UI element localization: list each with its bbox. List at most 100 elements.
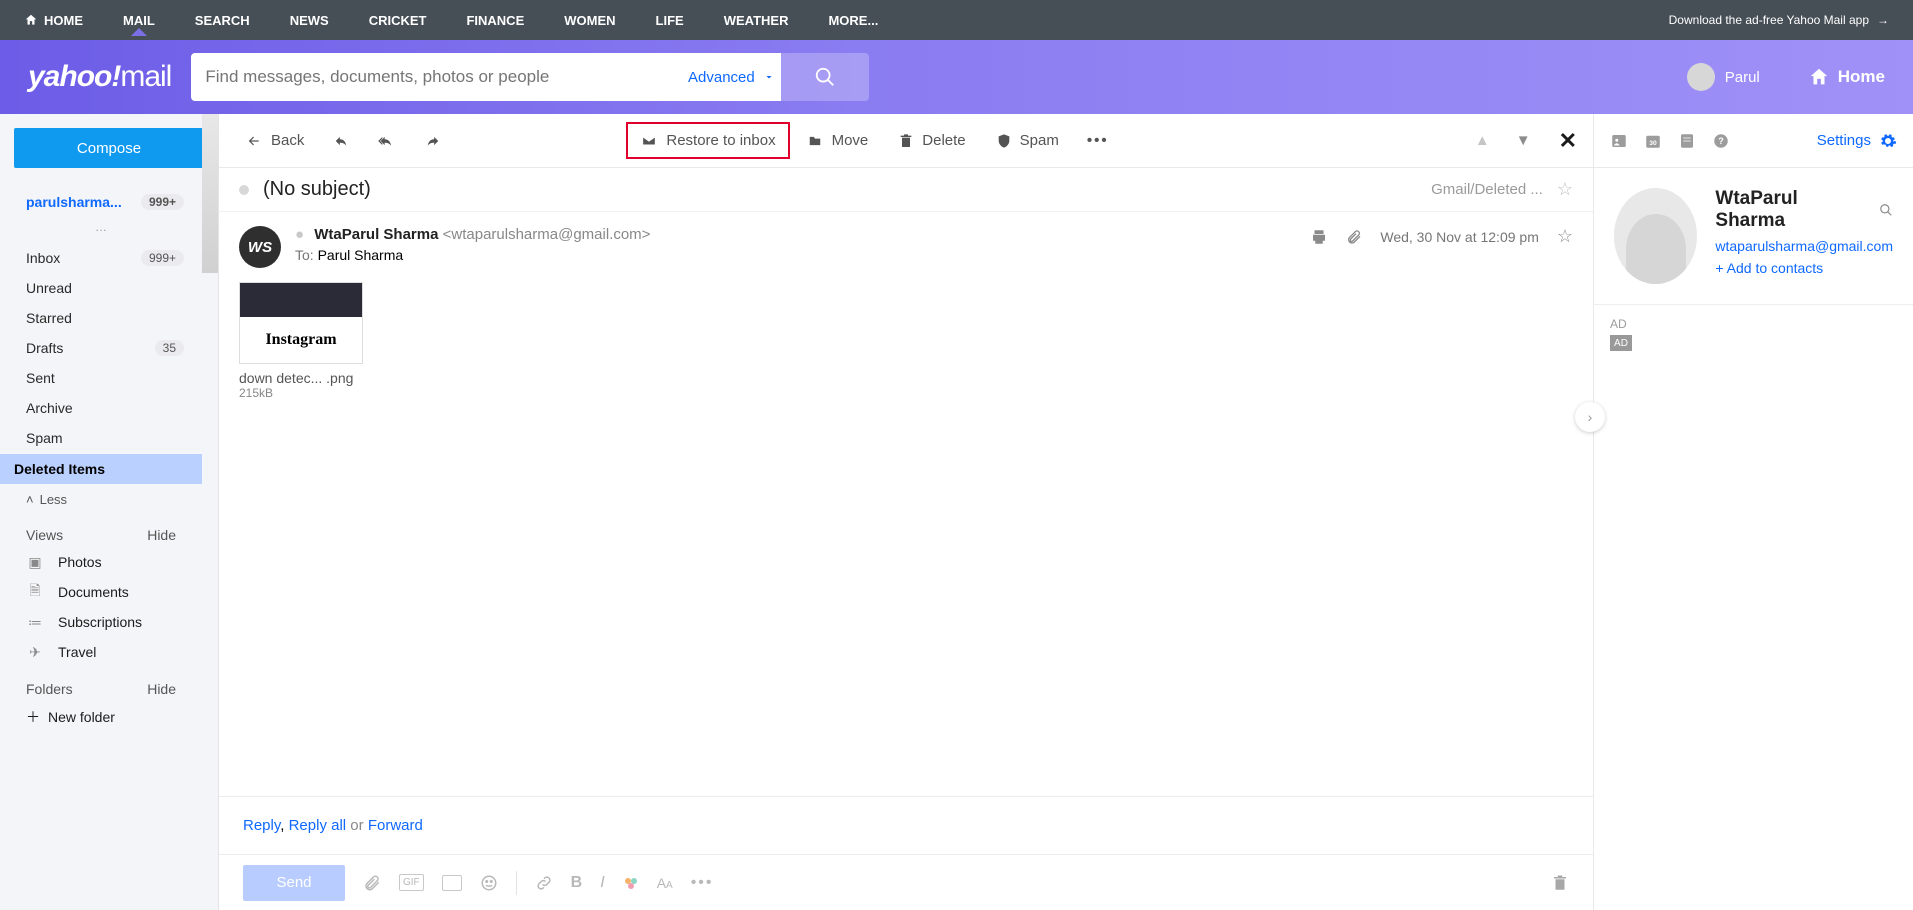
nav-life[interactable]: LIFE xyxy=(656,13,684,28)
star-toggle-msg[interactable]: ☆ xyxy=(1557,226,1573,247)
nav-women[interactable]: WOMEN xyxy=(564,13,615,28)
discard-icon[interactable] xyxy=(1551,874,1569,892)
account-more[interactable]: … xyxy=(14,218,188,244)
italic-icon[interactable]: I xyxy=(600,874,604,892)
svg-text:30: 30 xyxy=(1649,139,1657,146)
to-line: To: Parul Sharma xyxy=(295,247,650,263)
nav-search[interactable]: SEARCH xyxy=(195,13,250,28)
less-toggle[interactable]: ˄ Less xyxy=(14,486,188,513)
nav-more[interactable]: MORE... xyxy=(828,13,878,28)
nav-home[interactable]: HOME xyxy=(24,13,83,28)
search-box: Advanced xyxy=(191,53,869,101)
bold-icon[interactable]: B xyxy=(571,874,583,892)
reply-all-link[interactable]: Reply all xyxy=(289,817,347,834)
reply-link[interactable]: Reply xyxy=(243,817,280,834)
nav-finance[interactable]: FINANCE xyxy=(466,13,524,28)
user-menu[interactable]: Parul xyxy=(1687,63,1760,91)
yahoo-mail-logo[interactable]: yahoo!mail xyxy=(28,60,171,94)
help-icon[interactable]: ? xyxy=(1712,132,1730,150)
home-icon xyxy=(1808,66,1830,88)
subscriptions-icon: ≔ xyxy=(26,614,44,631)
card-icon[interactable] xyxy=(442,875,462,891)
compose-bar: Send GIF B I AA ••• xyxy=(219,854,1593,910)
send-button[interactable]: Send xyxy=(243,865,345,901)
close-button[interactable]: ✕ xyxy=(1559,128,1577,154)
view-photos[interactable]: ▣Photos xyxy=(14,547,188,577)
reply-icon xyxy=(332,134,350,148)
right-pane: 30 ? Settings WtaParul Sharma wtaparulsh… xyxy=(1593,114,1913,910)
new-folder[interactable]: ＋ New folder xyxy=(14,701,188,733)
search-input[interactable] xyxy=(191,53,681,101)
sidebar: Compose parulsharma... 999+ … Inbox 999+… xyxy=(0,114,218,910)
notepad-icon[interactable] xyxy=(1678,132,1696,150)
folder-deleted-items[interactable]: Deleted Items xyxy=(0,454,202,484)
account-item[interactable]: parulsharma... 999+ xyxy=(14,188,188,216)
folder-inbox[interactable]: Inbox 999+ xyxy=(14,244,188,272)
reply-all-button[interactable] xyxy=(368,128,406,154)
delete-button[interactable]: Delete xyxy=(888,126,975,155)
search-contact-icon[interactable] xyxy=(1879,203,1893,217)
home-button[interactable]: Home xyxy=(1808,66,1885,88)
star-toggle[interactable]: ☆ xyxy=(1557,179,1573,200)
nav-weather[interactable]: WEATHER xyxy=(724,13,789,28)
spam-button[interactable]: Spam xyxy=(986,126,1069,155)
emoji-icon[interactable] xyxy=(480,874,498,892)
folder-unread[interactable]: Unread xyxy=(14,274,188,302)
add-to-contacts[interactable]: + Add to contacts xyxy=(1715,260,1893,276)
nav-mail[interactable]: MAIL xyxy=(123,13,155,28)
forward-icon xyxy=(424,134,442,148)
back-button[interactable]: Back xyxy=(235,126,314,155)
next-message-float[interactable]: › xyxy=(1575,402,1605,432)
views-hide[interactable]: Hide xyxy=(147,527,176,543)
home-icon xyxy=(24,13,38,27)
chevron-up-icon: ˄ xyxy=(26,492,34,507)
download-app-link[interactable]: Download the ad-free Yahoo Mail app → xyxy=(1669,13,1889,27)
advanced-search[interactable]: Advanced xyxy=(681,53,781,101)
move-button[interactable]: Move xyxy=(796,126,879,155)
avatar xyxy=(1687,63,1715,91)
plus-icon: ＋ xyxy=(26,707,40,727)
folder-starred[interactable]: Starred xyxy=(14,304,188,332)
settings-link[interactable]: Settings xyxy=(1817,132,1897,150)
contacts-icon[interactable] xyxy=(1610,132,1628,150)
calendar-icon[interactable]: 30 xyxy=(1644,132,1662,150)
folder-sent[interactable]: Sent xyxy=(14,364,188,392)
folder-archive[interactable]: Archive xyxy=(14,394,188,422)
print-icon[interactable] xyxy=(1310,228,1328,246)
sidebar-scrollbar[interactable] xyxy=(202,114,218,910)
attachment-icon[interactable] xyxy=(1346,229,1362,245)
folder-drafts[interactable]: Drafts 35 xyxy=(14,334,188,362)
attachment[interactable]: Instagram down detec... .png 215kB xyxy=(239,282,363,400)
forward-link[interactable]: Forward xyxy=(368,817,423,834)
reading-pane: Back Restore to inbox Move Delete Spam xyxy=(218,114,1593,910)
reply-bar: Reply, Reply all or Forward xyxy=(219,796,1593,854)
chevron-right-icon: › xyxy=(1588,409,1593,425)
message-date: Wed, 30 Nov at 12:09 pm xyxy=(1380,229,1539,245)
nav-news[interactable]: NEWS xyxy=(290,13,329,28)
contact-email[interactable]: wtaparulsharma@gmail.com xyxy=(1715,238,1893,254)
font-size-icon[interactable]: AA xyxy=(657,875,673,891)
folders-hide[interactable]: Hide xyxy=(147,681,176,697)
more-actions[interactable]: ••• xyxy=(1079,126,1117,155)
compose-button[interactable]: Compose xyxy=(14,128,204,168)
view-travel[interactable]: ✈Travel xyxy=(14,637,188,667)
restore-to-inbox-button[interactable]: Restore to inbox xyxy=(630,126,785,155)
view-subscriptions[interactable]: ≔Subscriptions xyxy=(14,607,188,637)
next-message[interactable]: ▼ xyxy=(1508,126,1539,155)
view-documents[interactable]: 🗎Documents xyxy=(14,577,188,607)
compose-more-icon[interactable]: ••• xyxy=(691,874,714,892)
color-icon[interactable] xyxy=(623,875,639,891)
folder-spam[interactable]: Spam xyxy=(14,424,188,452)
search-button[interactable] xyxy=(781,53,869,101)
prev-message[interactable]: ▲ xyxy=(1467,126,1498,155)
gif-icon[interactable]: GIF xyxy=(399,874,424,891)
reply-button[interactable] xyxy=(324,128,358,154)
top-nav: HOME MAIL SEARCH NEWS CRICKET FINANCE WO… xyxy=(0,0,1913,40)
from-line: ● WtaParul Sharma <wtaparulsharma@gmail.… xyxy=(295,226,650,243)
attach-file-icon[interactable] xyxy=(363,874,381,892)
forward-button[interactable] xyxy=(416,128,450,154)
ad-label: AD xyxy=(1610,317,1897,331)
nav-cricket[interactable]: CRICKET xyxy=(369,13,427,28)
link-icon[interactable] xyxy=(535,874,553,892)
contact-avatar xyxy=(1614,188,1697,284)
